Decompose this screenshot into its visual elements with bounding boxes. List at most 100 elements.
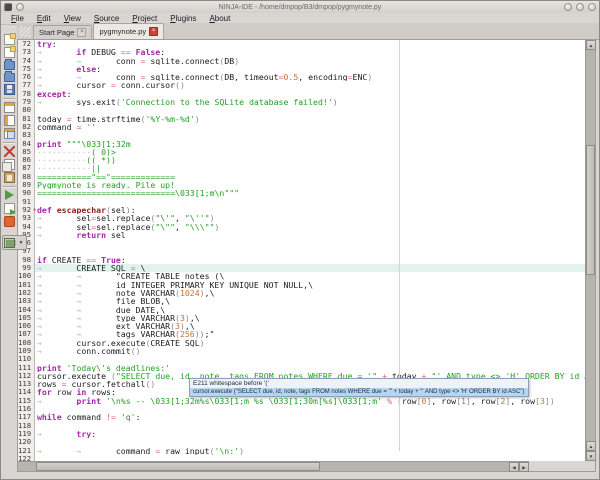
code-text[interactable] (35, 405, 585, 413)
tabbar-handle[interactable] (19, 27, 31, 37)
code-text[interactable]: → sys.exit('Connection to the SQLite data… (35, 98, 585, 106)
code-text[interactable]: → cursor = conn.cursor() (35, 81, 585, 89)
code-text[interactable]: → → due DATE,\ (35, 306, 585, 314)
tab-whitespace-marker: → (76, 330, 82, 339)
new-project-icon[interactable] (3, 46, 16, 58)
scroll-up-button[interactable] (586, 40, 596, 50)
maximize-button[interactable] (576, 3, 584, 11)
new-file-icon[interactable] (3, 33, 16, 45)
code-text[interactable] (35, 422, 585, 430)
code-text[interactable]: → → ext VARCHAR(3),\ (35, 322, 585, 330)
symbols-combo[interactable]: ▼ (2, 235, 27, 250)
split-horizontal-icon[interactable] (3, 102, 15, 113)
code-text[interactable] (35, 198, 585, 206)
paste-icon[interactable] (3, 172, 15, 183)
code-text[interactable]: → else: (35, 65, 585, 73)
code-text[interactable]: ==========="=="============= (35, 173, 585, 181)
vscroll-trough[interactable] (586, 50, 595, 441)
code-text[interactable] (35, 438, 585, 446)
horizontal-scrollbar[interactable] (18, 461, 529, 472)
menu-view[interactable]: View (64, 14, 81, 23)
hscroll-thumb[interactable] (36, 462, 320, 471)
open-file-icon[interactable] (3, 59, 15, 70)
scroll-down-button[interactable] (586, 451, 596, 461)
code-text[interactable]: except: (35, 90, 585, 98)
open-project-icon[interactable] (3, 71, 15, 82)
toolbar-handle[interactable] (4, 25, 14, 31)
code-text[interactable]: → → type VARCHAR(3),\ (35, 314, 585, 322)
ninja-ide-window: { "window": { "title": "NINJA-IDE - /hom… (0, 0, 600, 480)
code-text[interactable]: → CREATE_SQL = \ (35, 264, 585, 273)
code-token: )) (194, 330, 205, 339)
code-text[interactable] (35, 355, 585, 363)
save-icon[interactable] (3, 84, 15, 95)
code-text[interactable]: → → note VARCHAR(1024),\ (35, 289, 585, 297)
follow-mode-icon[interactable] (3, 128, 15, 139)
scroll-right-button[interactable] (519, 462, 529, 472)
run-project-icon[interactable] (4, 190, 15, 201)
code-text[interactable]: → → command = raw_input('\n:') (35, 447, 585, 455)
code-text[interactable]: ··········(( *)) (35, 156, 585, 164)
code-text[interactable]: command = '' (35, 123, 585, 131)
run-file-icon[interactable] (3, 203, 16, 215)
tab-close-icon[interactable] (77, 28, 87, 37)
code-rows[interactable]: 72 try: 73 → if DEBUG == False: 74 → → conn = sq… (18, 40, 585, 461)
vertical-scrollbar[interactable] (585, 40, 596, 461)
code-text[interactable]: Pygmynote is ready. Pile up! (35, 181, 585, 189)
code-text[interactable]: if CREATE == True: (35, 256, 585, 264)
code-line-73: 73 → if DEBUG == False: (18, 47, 585, 57)
hscroll-trough[interactable] (18, 462, 509, 471)
code-text[interactable]: → print '\n%s -- \033[1;32m%s\033[1;m %s … (35, 397, 585, 405)
menu-about[interactable]: About (209, 14, 230, 23)
code-text[interactable]: → → conn = sqlite.connect(DB) (35, 57, 585, 65)
menu-edit[interactable]: Edit (37, 14, 51, 23)
split-vertical-icon[interactable] (3, 115, 15, 126)
code-text[interactable]: → conn.commit() (35, 347, 585, 355)
code-text[interactable]: ···········( 0)> (35, 147, 585, 157)
code-text[interactable]: → cursor.execute(CREATE_SQL) (35, 339, 585, 347)
code-text[interactable]: → return sel (35, 231, 585, 239)
tab-pygmynote-py[interactable]: pygmynote.py (93, 23, 165, 39)
code-text[interactable] (35, 239, 585, 247)
stop-icon[interactable] (3, 216, 15, 227)
code-text[interactable]: → → id INTEGER PRIMARY KEY UNIQUE NOT NULL… (35, 281, 585, 289)
code-token: sel (76, 222, 92, 231)
minimize-button[interactable] (564, 3, 572, 11)
code-text[interactable]: def escapechar(sel): (35, 205, 585, 215)
window-menu-button[interactable] (16, 3, 24, 11)
code-text[interactable]: → try: (35, 430, 585, 438)
code-text[interactable]: while command != 'q': (35, 413, 585, 421)
scroll-up-button-bottom[interactable] (586, 441, 596, 451)
copy-icon[interactable] (1, 159, 15, 172)
tab-whitespace-marker: → (37, 305, 42, 314)
code-text[interactable]: → if DEBUG == False: (35, 48, 585, 56)
code-text[interactable] (35, 106, 585, 114)
scroll-left-button[interactable] (509, 462, 519, 472)
code-text[interactable]: today = time.strftime('%Y-%m-%d') (35, 115, 585, 123)
menu-project[interactable]: Project (132, 14, 157, 23)
menu-file[interactable]: File (11, 14, 24, 23)
code-text[interactable]: → → "CREATE TABLE notes (\ (35, 272, 585, 280)
close-button[interactable] (588, 3, 596, 11)
code-text[interactable]: → → tags VARCHAR(256));" (35, 330, 585, 338)
tab-close-icon[interactable] (149, 27, 159, 36)
code-text[interactable]: → sel=sel.replace("\"", "\\\"") (35, 223, 585, 231)
code-text[interactable] (35, 247, 585, 255)
menu-plugins[interactable]: Plugins (170, 14, 196, 23)
tab-whitespace-marker: → (76, 56, 82, 65)
code-text[interactable]: ============================\033[1;m\n""… (35, 189, 585, 197)
cut-icon[interactable] (3, 146, 15, 157)
code-text[interactable]: print """\033[1;32m (35, 140, 585, 148)
menu-source[interactable]: Source (94, 14, 119, 23)
code-editor[interactable]: 72 try: 73 → if DEBUG == False: 74 → → conn = sq… (17, 39, 596, 472)
code-text[interactable]: → → conn = sqlite.connect(DB, timeout=0.5,… (35, 73, 585, 81)
tab-start-page[interactable]: Start Page (33, 25, 93, 39)
code-text[interactable]: → → file BLOB,\ (35, 297, 585, 305)
code-text[interactable]: try: (35, 40, 585, 48)
code-line-74: 74 → → conn = sqlite.connect(DB) (18, 56, 585, 65)
vscroll-thumb[interactable] (586, 145, 595, 275)
code-text[interactable]: → sel=sel.replace("\'", "\''") (35, 214, 585, 223)
code-text[interactable] (35, 131, 585, 139)
code-text[interactable]: ···········|| (35, 164, 585, 172)
code-text[interactable]: print 'Today\'s deadlines:' (35, 364, 585, 372)
